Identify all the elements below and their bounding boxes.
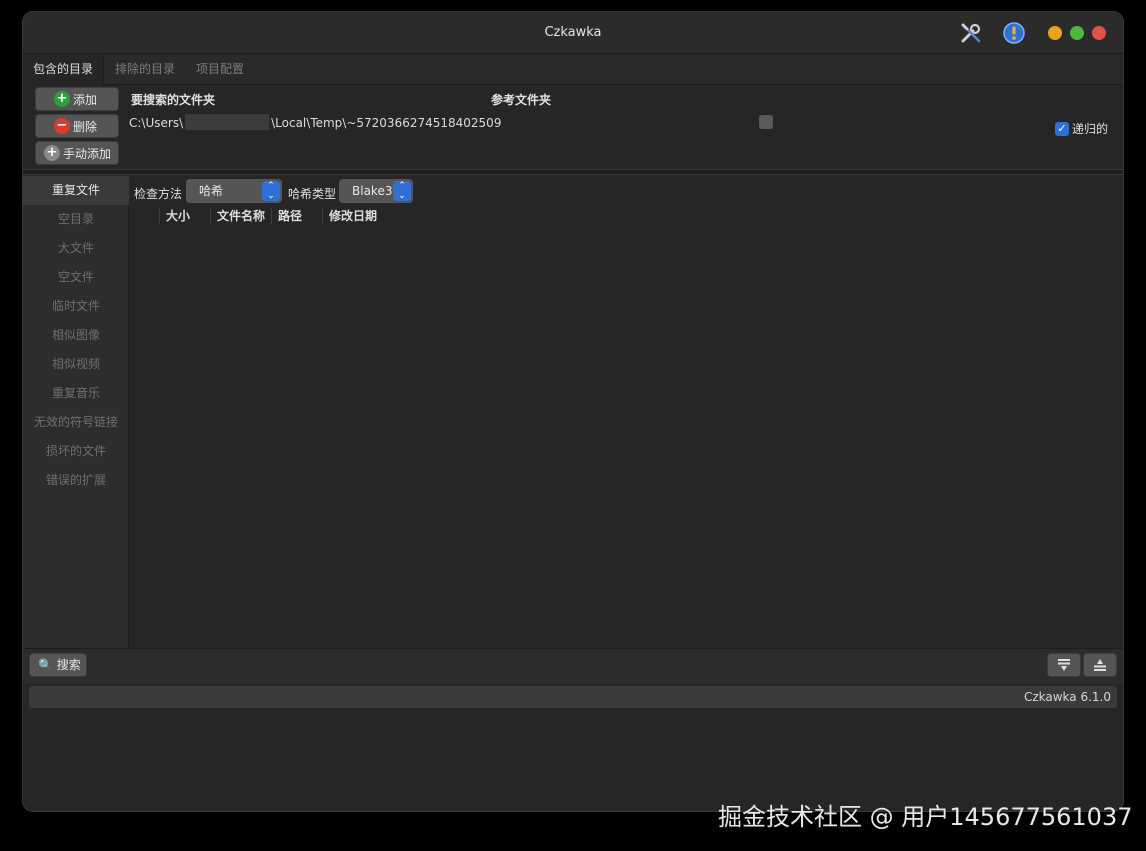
sidebar-item-big-files[interactable]: 大文件 — [23, 234, 129, 263]
check-method-label: 检查方法 — [134, 187, 183, 201]
add-dir-label: 添加 — [73, 92, 98, 107]
tool-sidebar: 重复文件 空目录 大文件 空文件 临时文件 相似图像 相似视频 重复音乐 无效的… — [23, 176, 129, 648]
dir-path-suffix: \Local\Temp\~5720366274518402509 — [271, 116, 502, 130]
recursive-label: 递归的 — [1072, 122, 1109, 136]
column-modified-date[interactable]: 修改日期 — [322, 208, 377, 224]
plus-icon: + — [44, 145, 60, 161]
minus-icon: − — [54, 118, 70, 134]
app-window: Czkawka 包含的目录 排除的目录 项目配置 + 添加 − 删除 + 手动添… — [23, 12, 1123, 811]
column-path[interactable]: 路径 — [271, 208, 302, 224]
search-label: 搜索 — [56, 658, 81, 672]
updown-chevron-icon: ⌃ ⌄ — [262, 181, 280, 201]
sidebar-item-duplicate-music[interactable]: 重复音乐 — [23, 379, 129, 408]
dir-path-row[interactable]: C:\Users\ \Local\Temp\~572036627451840250… — [129, 114, 501, 130]
sidebar-item-similar-images[interactable]: 相似图像 — [23, 321, 129, 350]
results-pane: 检查方法 哈希 ⌃ ⌄ 哈希类型 Blake3 ⌃ ⌄ 大小 文件名称 路径 修改日… — [129, 176, 1123, 648]
sidebar-item-similar-videos[interactable]: 相似视频 — [23, 350, 129, 379]
remove-dir-button[interactable]: − 删除 — [35, 114, 119, 138]
plus-icon: + — [54, 91, 70, 107]
pane-splitter[interactable] — [23, 169, 1123, 175]
add-dir-button[interactable]: + 添加 — [35, 87, 119, 111]
check-icon: ✓ — [1055, 121, 1069, 136]
tab-bar: 包含的目录 排除的目录 项目配置 — [23, 55, 1123, 85]
included-dirs-panel: + 添加 − 删除 + 手动添加 要搜索的文件夹 参考文件夹 C:\Users\… — [23, 85, 1123, 169]
title-bar: Czkawka — [23, 12, 1123, 54]
watermark-text: 掘金技术社区 @ 用户145677561037 — [718, 803, 1133, 831]
move-bottom-button[interactable] — [1047, 653, 1081, 677]
move-top-button[interactable] — [1083, 653, 1117, 677]
magnifier-icon: 🔍 — [38, 658, 53, 672]
sidebar-item-broken-files[interactable]: 损坏的文件 — [23, 437, 129, 466]
status-bar: Czkawka 6.1.0 — [29, 686, 1117, 708]
reference-folder-checkbox[interactable] — [759, 115, 773, 129]
tab-excluded-dirs[interactable]: 排除的目录 — [105, 55, 185, 85]
check-method-value: 哈希 — [199, 184, 224, 198]
dir-path-prefix: C:\Users\ — [129, 116, 184, 130]
hash-type-value: Blake3 — [352, 184, 393, 198]
remove-dir-label: 删除 — [73, 119, 98, 134]
list-down-icon — [1058, 659, 1070, 671]
window-title: Czkawka — [544, 25, 602, 40]
search-folders-header: 要搜索的文件夹 — [131, 93, 216, 107]
close-button[interactable] — [1092, 26, 1106, 40]
tab-item-config[interactable]: 项目配置 — [186, 55, 254, 85]
search-button[interactable]: 🔍 搜索 — [29, 653, 87, 677]
sidebar-item-bad-extensions[interactable]: 错误的扩展 — [23, 466, 129, 495]
about-info-icon[interactable] — [1002, 21, 1026, 45]
reference-folders-header: 参考文件夹 — [491, 93, 552, 107]
maximize-button[interactable] — [1070, 26, 1084, 40]
hash-type-select[interactable]: Blake3 ⌃ ⌄ — [339, 179, 413, 203]
sidebar-item-invalid-symlinks[interactable]: 无效的符号链接 — [23, 408, 129, 437]
hash-type-label: 哈希类型 — [288, 187, 337, 201]
manual-add-button[interactable]: + 手动添加 — [35, 141, 119, 165]
recursive-toggle[interactable]: ✓ 递归的 — [1055, 120, 1108, 137]
column-file-name[interactable]: 文件名称 — [210, 208, 265, 224]
column-size[interactable]: 大小 — [159, 208, 190, 224]
sidebar-item-temp-files[interactable]: 临时文件 — [23, 292, 129, 321]
tab-included-dirs[interactable]: 包含的目录 — [23, 55, 105, 85]
settings-tools-icon[interactable] — [959, 21, 983, 45]
version-label: Czkawka 6.1.0 — [1023, 690, 1111, 704]
manual-add-label: 手动添加 — [63, 146, 112, 161]
redacted-username — [185, 114, 270, 130]
check-method-select[interactable]: 哈希 ⌃ ⌄ — [186, 179, 282, 203]
minimize-button[interactable] — [1048, 26, 1062, 40]
bottom-toolbar: 🔍 搜索 — [23, 648, 1123, 684]
sidebar-item-empty-dirs[interactable]: 空目录 — [23, 205, 129, 234]
sidebar-item-empty-files[interactable]: 空文件 — [23, 263, 129, 292]
sidebar-item-duplicate-files[interactable]: 重复文件 — [23, 176, 129, 205]
list-up-icon — [1094, 659, 1106, 671]
updown-chevron-icon: ⌃ ⌄ — [393, 181, 411, 201]
